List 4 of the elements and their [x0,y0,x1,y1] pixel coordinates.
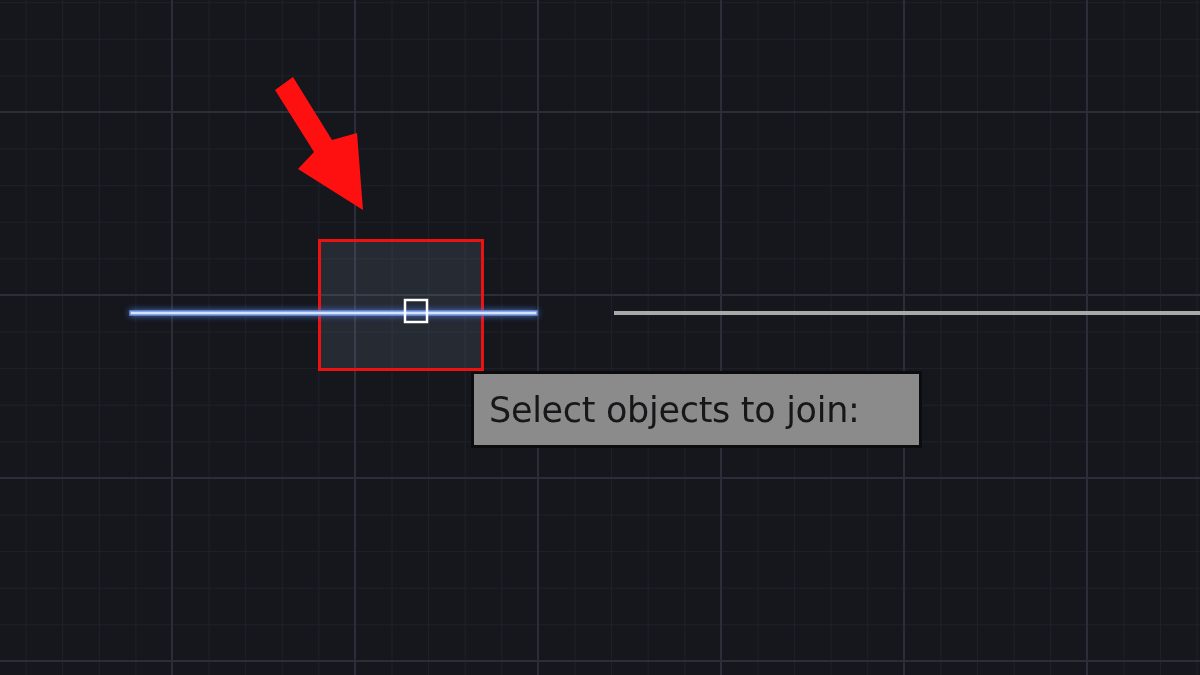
pickbox-cursor-icon [403,298,429,324]
arrow-icon [275,77,363,210]
drawing-canvas[interactable]: Select objects to join: [0,0,1200,675]
prompt-tooltip: Select objects to join: [471,371,922,448]
